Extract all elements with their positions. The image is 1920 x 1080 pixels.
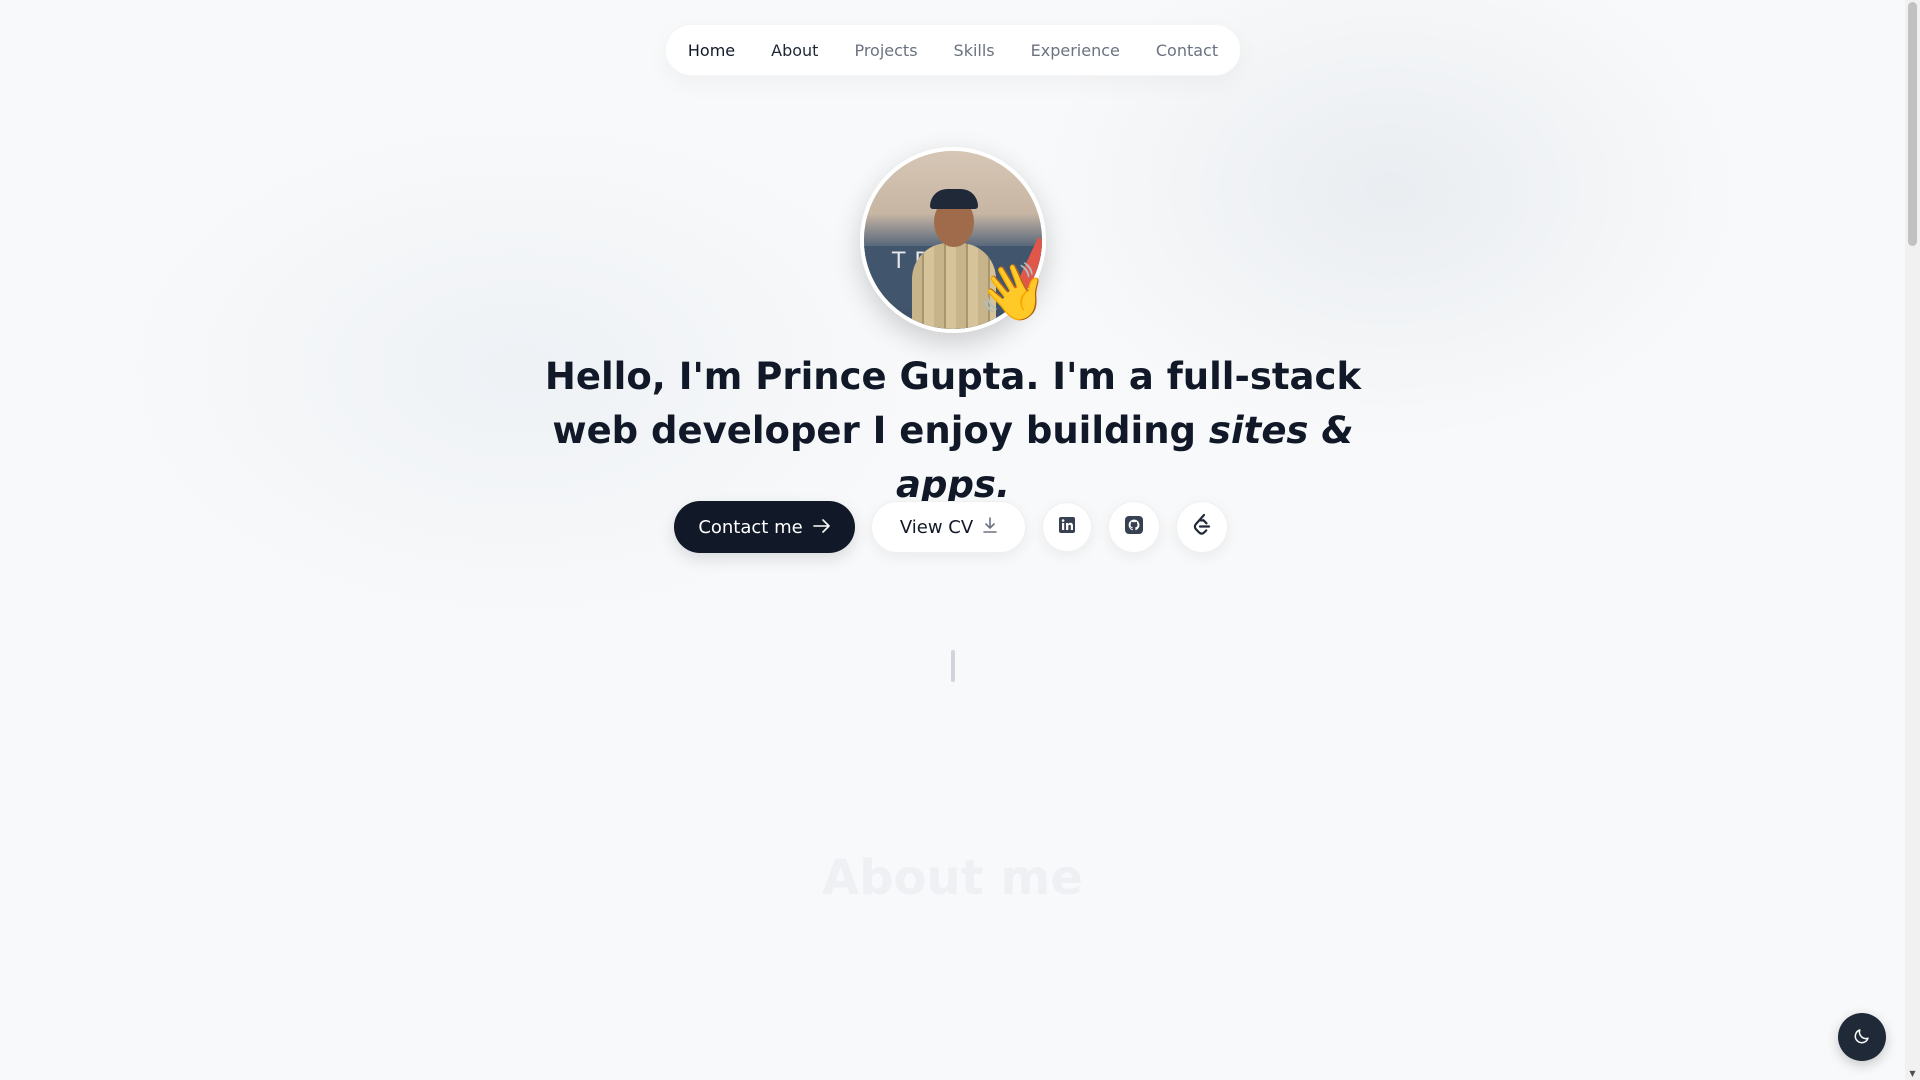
hero-actions: Contact me View CV xyxy=(674,501,1228,553)
download-icon xyxy=(983,516,997,538)
linkedin-icon xyxy=(1058,516,1076,538)
github-icon xyxy=(1124,515,1144,539)
leetcode-button[interactable] xyxy=(1176,501,1228,553)
nav-item-home[interactable]: Home xyxy=(670,41,753,60)
scrollbar-thumb[interactable] xyxy=(1908,2,1917,246)
section-divider xyxy=(951,650,955,682)
scroll-down-arrow-icon[interactable]: ▼ xyxy=(1908,1069,1917,1078)
nav-item-projects[interactable]: Projects xyxy=(836,41,935,60)
top-nav: Home About Projects Skills Experience Co… xyxy=(665,24,1241,76)
wave-emoji-icon: 👋 xyxy=(978,260,1048,325)
avatar-cap xyxy=(930,189,978,209)
contact-me-button[interactable]: Contact me xyxy=(674,501,855,553)
hero-name: Hello, I'm Prince Gupta. xyxy=(544,355,1040,398)
hero-heading: Hello, I'm Prince Gupta. I'm a full-stac… xyxy=(520,350,1386,512)
linkedin-button[interactable] xyxy=(1042,502,1092,552)
about-section-title: About me xyxy=(822,850,1083,906)
arrow-right-icon xyxy=(812,517,831,538)
theme-toggle-button[interactable] xyxy=(1838,1013,1886,1061)
nav-item-skills[interactable]: Skills xyxy=(936,41,1013,60)
leetcode-icon xyxy=(1191,513,1213,541)
moon-icon xyxy=(1853,1027,1871,1048)
view-cv-label: View CV xyxy=(899,516,974,538)
view-cv-button[interactable]: View CV xyxy=(871,501,1026,553)
profile-avatar-wrap: T DS 👋 xyxy=(860,147,1048,333)
nav-item-contact[interactable]: Contact xyxy=(1138,41,1236,60)
page-scrollbar[interactable]: ▼ xyxy=(1905,0,1920,1080)
hero-text: I'm a xyxy=(1039,355,1167,398)
hero-text: I enjoy building xyxy=(859,409,1209,452)
page: Home About Projects Skills Experience Co… xyxy=(0,0,1905,1080)
nav-item-about[interactable]: About xyxy=(753,41,836,60)
contact-me-label: Contact me xyxy=(698,516,803,538)
nav-item-experience[interactable]: Experience xyxy=(1013,41,1138,60)
github-button[interactable] xyxy=(1108,501,1160,553)
